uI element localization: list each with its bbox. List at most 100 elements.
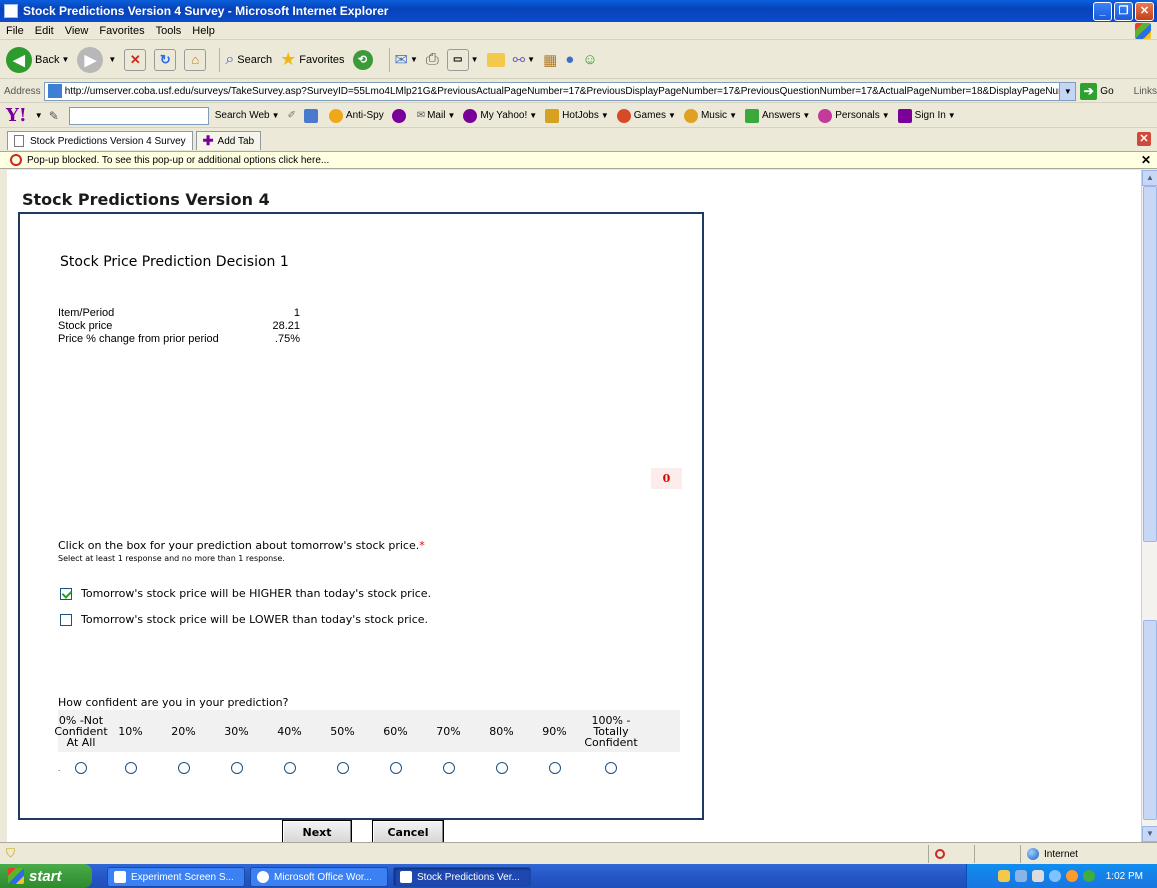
tray-update-icon[interactable] (1048, 870, 1061, 882)
music-link[interactable]: Music ▼ (683, 108, 737, 123)
lower-checkbox[interactable] (60, 613, 72, 626)
yahoo-logo[interactable]: Y! (6, 105, 27, 126)
info-label: Stock price (58, 320, 113, 332)
links-button[interactable]: Links (1134, 86, 1157, 97)
confidence-radio-0[interactable] (75, 762, 87, 774)
vertical-scrollbar[interactable]: ▲ ▼ (1141, 170, 1157, 842)
messenger-button[interactable]: ⚯ ▼ (513, 51, 536, 69)
yahoo-search-input[interactable] (68, 106, 209, 125)
confidence-radio-90[interactable] (548, 762, 561, 774)
yahoo-avatar-button[interactable] (391, 108, 409, 123)
anti-spy-button[interactable]: Anti-Spy (328, 108, 384, 123)
address-bar: Address http://umserver.coba.usf.edu/sur… (0, 80, 1157, 103)
confidence-radio-80[interactable] (495, 762, 508, 774)
minimize-button[interactable]: _ (1093, 2, 1112, 21)
mail-icon: ✉ (394, 51, 408, 69)
close-tab-button[interactable]: ✕ (1137, 132, 1151, 146)
confidence-radio-10[interactable] (124, 762, 137, 774)
option-lower[interactable]: Tomorrow's stock price will be LOWER tha… (60, 613, 428, 626)
tray-security-icon[interactable] (1065, 870, 1078, 882)
mail-button[interactable]: ✉ ▼ (395, 50, 418, 70)
stock-info-table: Item/Period 1 Stock price 28.21 Price % … (58, 307, 300, 346)
chevron-down-icon: ▼ (947, 111, 956, 120)
scroll-down-button[interactable]: ▼ (1142, 826, 1157, 842)
taskbar-item-experiment[interactable]: Experiment Screen S... (107, 867, 245, 887)
confidence-radio-100[interactable] (605, 762, 617, 774)
search-web-button[interactable]: Search Web ▼ (215, 110, 280, 121)
menu-view[interactable]: View (65, 25, 89, 37)
favorites-button[interactable]: ★ Favorites (280, 49, 344, 70)
sign-in-button[interactable]: Sign In ▼ (897, 108, 956, 123)
chevron-down-icon: ▼ (108, 55, 117, 64)
scroll-up-button[interactable]: ▲ (1142, 170, 1157, 186)
tab-stock-predictions[interactable]: Stock Predictions Version 4 Survey (7, 131, 193, 150)
cancel-button[interactable]: Cancel (372, 820, 444, 842)
popup-blocked-bar[interactable]: Pop-up blocked. To see this pop-up or ad… (0, 151, 1157, 169)
tray-volume-icon[interactable] (1031, 870, 1044, 882)
menu-favorites[interactable]: Favorites (99, 25, 144, 37)
games-link[interactable]: Games ▼ (616, 108, 676, 123)
taskbar-item-office[interactable]: Microsoft Office Wor... (250, 867, 388, 887)
popup-blocker-button[interactable] (303, 108, 321, 123)
back-button[interactable]: ◀ Back ▼ (6, 46, 69, 73)
maximize-button[interactable]: ❐ (1114, 2, 1133, 21)
info-label: Price % change from prior period (58, 333, 219, 345)
higher-checkbox[interactable] (60, 587, 72, 600)
confidence-radio-20[interactable] (177, 762, 190, 774)
go-button[interactable]: ➔ Go (1080, 82, 1114, 100)
search-button[interactable]: ⌕ Search (225, 51, 272, 69)
menu-help[interactable]: Help (192, 25, 215, 37)
tray-network-icon[interactable] (1014, 870, 1027, 882)
folder-button[interactable] (486, 52, 505, 67)
stop-button[interactable]: ✕ (124, 48, 147, 71)
discuss-button[interactable]: ● (565, 51, 574, 68)
refresh-button[interactable]: ↻ (154, 48, 177, 71)
menu-edit[interactable]: Edit (35, 25, 54, 37)
messenger-people-button[interactable]: ☺ (582, 51, 597, 68)
confidence-scale-header: 0% -Not Confident At All 10% 20% 30% 40%… (54, 710, 680, 752)
blocked-icon (935, 849, 945, 859)
history-button[interactable]: ⟲ (352, 49, 376, 70)
tab-bar: Stock Predictions Version 4 Survey ✚ Add… (0, 129, 1157, 150)
highlight-button[interactable]: ✐ (288, 110, 296, 121)
menu-tools[interactable]: Tools (156, 25, 182, 37)
taskbar-item-stock-predictions[interactable]: Stock Predictions Ver... (393, 867, 531, 887)
confidence-radio-40[interactable] (283, 762, 296, 774)
menu-file[interactable]: File (6, 25, 24, 37)
next-button[interactable]: Next (282, 820, 352, 842)
chevron-down-icon: ▼ (529, 111, 538, 120)
chevron-down-icon[interactable]: ▼ (35, 111, 43, 120)
edit-button[interactable]: ▭ ▼ (446, 48, 479, 71)
address-dropdown[interactable]: ▼ (1059, 82, 1076, 100)
scroll-thumb-lower[interactable] (1143, 620, 1157, 820)
research-icon: ▦ (543, 51, 558, 69)
scale-label: 70% (436, 724, 461, 738)
question-title: Stock Price Prediction Decision 1 (60, 254, 289, 270)
my-yahoo-link[interactable]: My Yahoo! ▼ (463, 108, 538, 123)
answers-link[interactable]: Answers ▼ (744, 108, 810, 123)
scroll-thumb[interactable] (1143, 186, 1157, 542)
hotjobs-link[interactable]: HotJobs ▼ (545, 108, 609, 123)
home-button[interactable]: ⌂ (184, 48, 207, 71)
add-tab-button[interactable]: ✚ Add Tab (195, 131, 262, 150)
start-button[interactable]: start (0, 864, 92, 888)
forward-button[interactable]: ▶ ▼ (77, 46, 117, 73)
tray-pencil-icon[interactable] (997, 870, 1010, 882)
tray-shield-icon[interactable] (1082, 870, 1095, 882)
mail-link[interactable]: ✉ Mail ▼ (417, 110, 456, 121)
address-input[interactable]: http://umserver.coba.usf.edu/surveys/Tak… (43, 81, 1077, 101)
research-button[interactable]: ▦ (543, 51, 557, 69)
personals-link[interactable]: Personals ▼ (818, 108, 890, 123)
clock[interactable]: 1:02 PM (1106, 871, 1143, 882)
option-higher[interactable]: Tomorrow's stock price will be HIGHER th… (60, 587, 431, 600)
print-button[interactable]: ⎙ (426, 51, 439, 69)
prediction-prompt: Click on the box for your prediction abo… (58, 539, 425, 552)
chevron-down-icon: ▼ (409, 55, 418, 64)
close-window-button[interactable]: ✕ (1135, 2, 1154, 21)
close-popup-bar-icon[interactable]: ✕ (1141, 153, 1151, 167)
confidence-radio-50[interactable] (336, 762, 349, 774)
confidence-radio-70[interactable] (442, 762, 455, 774)
pencil-icon[interactable]: ✎ (49, 109, 59, 123)
confidence-radio-60[interactable] (389, 762, 402, 774)
confidence-radio-30[interactable] (230, 762, 243, 774)
